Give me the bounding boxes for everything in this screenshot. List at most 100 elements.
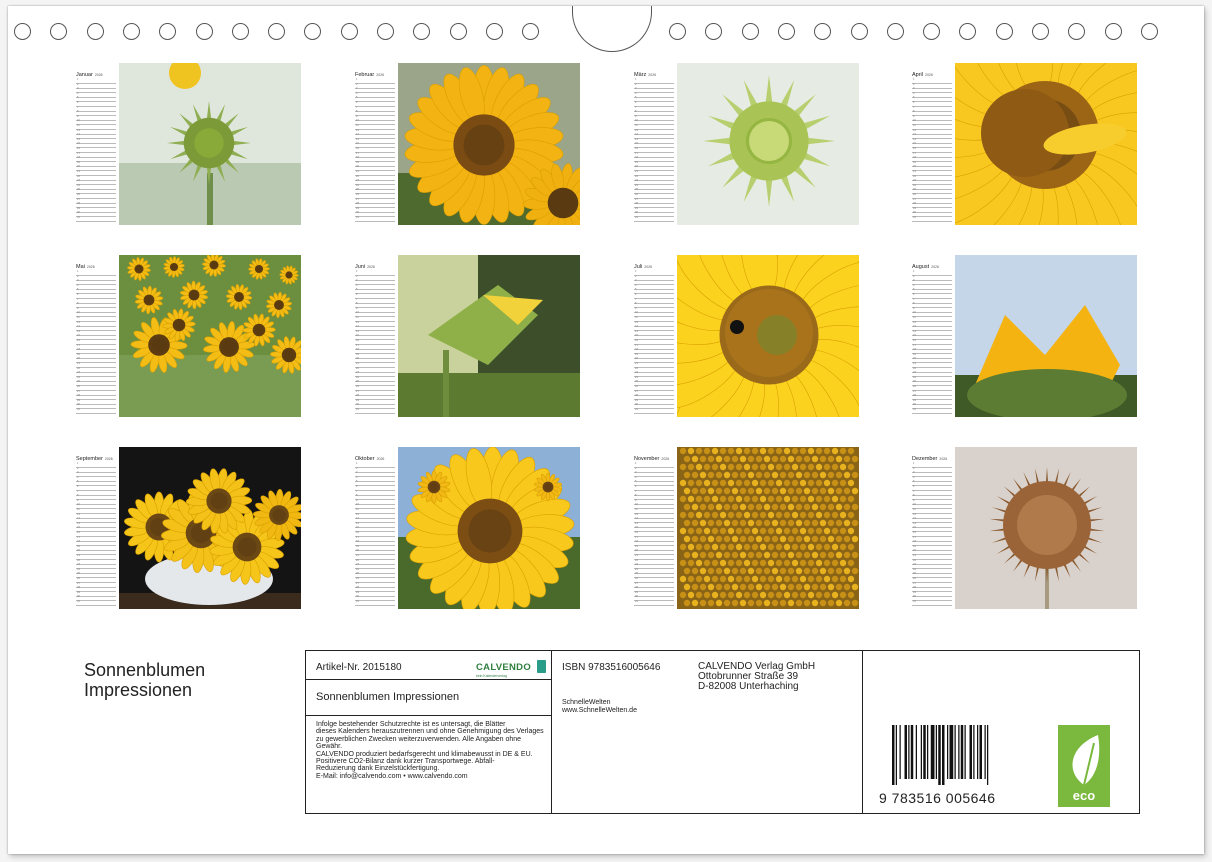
day-number: 26	[635, 193, 638, 196]
day-number: 12	[635, 128, 638, 132]
day-number: 18	[913, 156, 916, 160]
day-number: 22	[356, 174, 359, 178]
binding-hole	[159, 23, 177, 40]
day-number: 29	[913, 398, 916, 402]
day-row: 31	[355, 600, 395, 606]
day-number: 19	[77, 544, 80, 548]
day-number: 15	[635, 334, 638, 338]
day-number: 13	[635, 517, 638, 521]
day-number: 8	[356, 494, 358, 498]
day-number: 11	[913, 124, 916, 127]
day-number: 21	[356, 170, 359, 173]
day-number: 15	[635, 142, 638, 146]
day-number: 13	[77, 133, 80, 137]
day-number: 31	[913, 408, 916, 411]
month-name: Oktober 2026	[355, 456, 384, 462]
day-number: 25	[356, 572, 359, 576]
day-number: 22	[77, 366, 80, 370]
day-number: 2	[913, 274, 915, 278]
month-year: 2026	[925, 73, 933, 77]
day-number: 25	[635, 572, 638, 576]
day-number: 8	[635, 110, 637, 114]
day-number: 16	[913, 339, 916, 342]
day-number: 12	[913, 320, 916, 324]
day-number: 1	[77, 78, 79, 81]
sunflower-bud-green-icon	[119, 63, 301, 225]
day-number: 23	[913, 371, 916, 375]
day-number: 22	[913, 174, 916, 178]
day-number: 7	[635, 105, 637, 109]
day-number: 18	[635, 348, 638, 352]
day-number: 21	[635, 170, 638, 173]
day-number: 24	[635, 375, 638, 379]
day-number: 26	[356, 577, 359, 580]
month-year: 2026	[376, 457, 385, 461]
day-number: 23	[913, 563, 916, 567]
day-row: 31	[634, 216, 674, 222]
day-number: 17	[913, 343, 916, 347]
binding-hole	[741, 23, 759, 40]
day-number: 12	[635, 320, 638, 324]
day-number: 6	[356, 293, 358, 296]
day-number: 23	[913, 179, 916, 183]
month-name: Februar 2026	[355, 72, 384, 78]
day-row: 31	[912, 600, 952, 606]
day-number: 31	[77, 408, 80, 411]
day-row: 31	[76, 216, 116, 222]
day-number: 22	[77, 174, 80, 178]
month-photo	[677, 255, 859, 417]
binding-hole	[377, 23, 394, 40]
day-number: 5	[77, 480, 79, 484]
day-number: 4	[635, 283, 637, 287]
day-number: 8	[77, 494, 79, 498]
day-number: 12	[77, 128, 80, 132]
day-number: 20	[913, 549, 916, 553]
day-number: 6	[356, 101, 358, 104]
month-calendar: Dezember 2026 1 2 3 4 5 6 7 8 9 10 11 12 13 14 15 16 17 18 1…	[912, 447, 954, 609]
day-number: 17	[635, 535, 638, 539]
month-name-text: Dezember	[912, 456, 938, 462]
day-number: 31	[356, 408, 359, 411]
day-number: 31	[913, 216, 916, 219]
binding-hole	[705, 23, 723, 40]
day-number: 23	[77, 371, 80, 375]
day-number: 12	[913, 512, 916, 516]
day-number: 6	[77, 101, 79, 104]
barcode-digits: 9 783516 005646	[879, 790, 996, 806]
day-number: 22	[913, 558, 916, 562]
month-photo	[955, 255, 1137, 417]
day-number: 14	[77, 329, 80, 333]
sunflower-bud-closeup-icon	[677, 63, 859, 225]
day-number: 11	[635, 124, 638, 127]
day-number: 3	[913, 87, 915, 91]
day-number: 28	[77, 202, 80, 206]
day-number: 7	[77, 297, 79, 301]
day-number: 26	[77, 385, 80, 388]
day-number: 18	[913, 348, 916, 352]
month-year: 2026	[661, 457, 670, 461]
day-number: 13	[356, 325, 359, 329]
day-number: 21	[913, 554, 916, 557]
day-number: 24	[356, 183, 359, 187]
day-number: 4	[77, 91, 79, 95]
month-name: Mai 2026	[76, 264, 95, 270]
day-number: 12	[356, 512, 359, 516]
day-number: 14	[913, 137, 916, 141]
binding-hole	[995, 23, 1013, 40]
day-number: 19	[635, 544, 638, 548]
day-number: 17	[635, 151, 638, 155]
calvendo-logo-mark	[537, 660, 547, 673]
day-number: 26	[913, 577, 916, 580]
day-number: 15	[913, 334, 916, 338]
cover-title: Sonnenblumen Impressionen	[84, 660, 284, 700]
barcode-bars	[892, 725, 989, 785]
day-number: 1	[77, 462, 79, 465]
month-photo	[398, 447, 580, 609]
day-number: 18	[913, 540, 916, 544]
binding-hole	[195, 23, 213, 40]
day-number: 28	[635, 586, 638, 590]
author-info: SchnelleWelten www.SchnelleWelten.de	[562, 699, 637, 715]
day-number: 7	[356, 297, 358, 301]
month-name-text: November	[634, 456, 660, 462]
day-number: 29	[77, 590, 80, 594]
